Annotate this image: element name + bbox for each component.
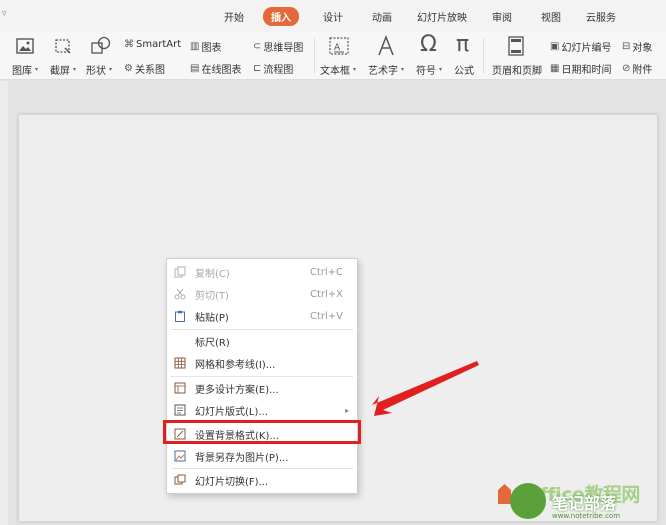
- watermark-logo-icon: [510, 483, 546, 519]
- watermark-url: www.notetribe.com: [552, 512, 621, 520]
- watermark-title: 笔记部落: [552, 494, 617, 513]
- arrow-shape: [372, 361, 479, 416]
- annotation-arrow: [372, 361, 479, 416]
